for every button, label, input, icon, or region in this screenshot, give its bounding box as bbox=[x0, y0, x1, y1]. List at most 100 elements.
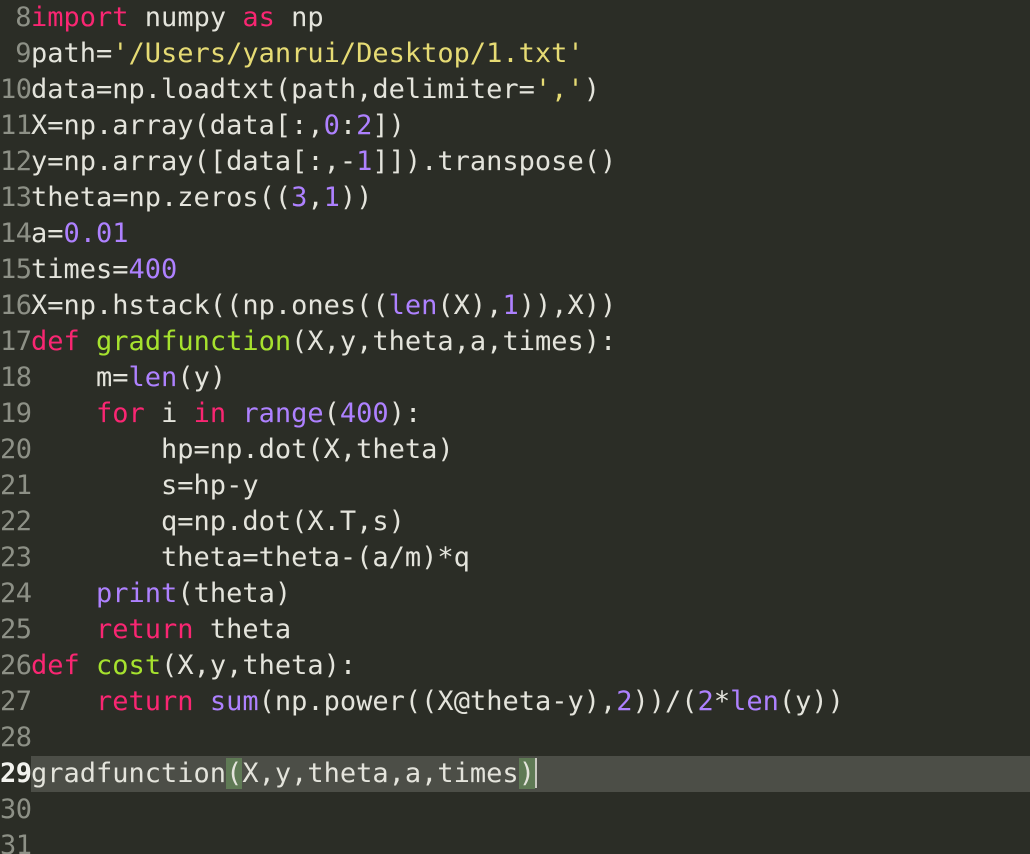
code-token: 2 bbox=[697, 686, 714, 717]
code-token: 2 bbox=[356, 110, 373, 141]
code-text: path='/Users/yanrui/Desktop/1.txt' bbox=[31, 38, 584, 69]
line-number[interactable]: 29 bbox=[0, 756, 32, 792]
code-line-content[interactable]: def cost(X,y,theta): bbox=[31, 648, 356, 684]
line-number[interactable]: 23 bbox=[0, 540, 32, 576]
line-number[interactable]: 17 bbox=[0, 324, 32, 360]
code-line-content[interactable]: return theta bbox=[31, 612, 291, 648]
code-line-content[interactable]: data=np.loadtxt(path,delimiter=',') bbox=[31, 72, 600, 108]
code-token: for bbox=[96, 398, 145, 429]
code-token: range bbox=[242, 398, 324, 429]
code-line[interactable]: 30 bbox=[0, 792, 1030, 828]
code-line-content[interactable]: times=400 bbox=[31, 252, 177, 288]
code-token: 0.01 bbox=[63, 218, 129, 249]
line-number[interactable]: 30 bbox=[0, 792, 32, 828]
line-number[interactable]: 15 bbox=[0, 252, 32, 288]
line-number[interactable]: 9 bbox=[0, 36, 31, 72]
code-line[interactable]: 13theta=np.zeros((3,1)) bbox=[0, 180, 1030, 216]
line-number[interactable]: 21 bbox=[0, 468, 32, 504]
code-token: , bbox=[307, 182, 324, 213]
line-number[interactable]: 18 bbox=[0, 360, 32, 396]
code-line[interactable]: 21 s=hp-y bbox=[0, 468, 1030, 504]
code-text: print(theta) bbox=[31, 578, 291, 609]
line-number[interactable]: 16 bbox=[0, 288, 32, 324]
code-line[interactable]: 10data=np.loadtxt(path,delimiter=',') bbox=[0, 72, 1030, 108]
code-line[interactable]: 12y=np.array([data[:,-1]]).transpose() bbox=[0, 144, 1030, 180]
code-line[interactable]: 24 print(theta) bbox=[0, 576, 1030, 612]
code-line[interactable]: 22 q=np.dot(X.T,s) bbox=[0, 504, 1030, 540]
code-line-content[interactable]: path='/Users/yanrui/Desktop/1.txt' bbox=[31, 36, 584, 72]
code-token: )),X)) bbox=[518, 290, 617, 321]
code-line-content[interactable]: theta=theta-(a/m)*q bbox=[31, 540, 470, 576]
code-line-content[interactable]: import numpy as np bbox=[31, 0, 324, 36]
code-token: 1 bbox=[356, 146, 373, 177]
code-line[interactable]: 16X=np.hstack((np.ones((len(X),1)),X)) bbox=[0, 288, 1030, 324]
code-token: (np.power((X@theta-y), bbox=[258, 686, 617, 717]
code-token: (X,y,theta,a,times): bbox=[291, 326, 617, 357]
code-token: (y)) bbox=[778, 686, 844, 717]
code-line-content[interactable]: hp=np.dot(X,theta) bbox=[31, 432, 454, 468]
code-token: print bbox=[96, 578, 178, 609]
line-number[interactable]: 27 bbox=[0, 684, 32, 720]
code-text: m=len(y) bbox=[31, 362, 226, 393]
line-number[interactable]: 10 bbox=[0, 72, 32, 108]
code-line-content[interactable]: s=hp-y bbox=[31, 468, 259, 504]
code-line[interactable]: 20 hp=np.dot(X,theta) bbox=[0, 432, 1030, 468]
code-token: (X), bbox=[437, 290, 503, 321]
line-number[interactable]: 19 bbox=[0, 396, 32, 432]
code-line[interactable]: 31 bbox=[0, 828, 1030, 854]
code-line[interactable]: 19 for i in range(400): bbox=[0, 396, 1030, 432]
line-number[interactable]: 20 bbox=[0, 432, 32, 468]
code-line-content[interactable]: y=np.array([data[:,-1]]).transpose() bbox=[31, 144, 616, 180]
code-line[interactable]: 8import numpy as np bbox=[0, 0, 1030, 36]
line-number[interactable]: 14 bbox=[0, 216, 32, 252]
code-line[interactable]: 18 m=len(y) bbox=[0, 360, 1030, 396]
code-token: 1 bbox=[323, 182, 340, 213]
code-editor[interactable]: 8import numpy as np 9path='/Users/yanrui/… bbox=[0, 0, 1030, 854]
code-lines-container[interactable]: 8import numpy as np 9path='/Users/yanrui/… bbox=[0, 0, 1030, 854]
code-text: hp=np.dot(X,theta) bbox=[31, 434, 454, 465]
code-line-active[interactable]: 29 gradfunction(X,y,theta,a,times) bbox=[0, 756, 1030, 792]
code-text: s=hp-y bbox=[31, 470, 259, 501]
line-number[interactable]: 28 bbox=[0, 720, 32, 756]
code-token: ): bbox=[388, 398, 422, 429]
line-number[interactable]: 25 bbox=[0, 612, 32, 648]
line-number[interactable]: 24 bbox=[0, 576, 32, 612]
code-line[interactable]: 23 theta=theta-(a/m)*q bbox=[0, 540, 1030, 576]
code-line[interactable]: 26def cost(X,y,theta): bbox=[0, 648, 1030, 684]
code-line[interactable]: 14a=0.01 bbox=[0, 216, 1030, 252]
code-token: ',' bbox=[534, 74, 584, 105]
code-line-content[interactable]: q=np.dot(X.T,s) bbox=[31, 504, 405, 540]
line-number[interactable]: 11 bbox=[0, 108, 32, 144]
line-number[interactable]: 12 bbox=[0, 144, 32, 180]
code-line-content[interactable]: for i in range(400): bbox=[31, 396, 421, 432]
code-line[interactable]: 28 bbox=[0, 720, 1030, 756]
code-line[interactable]: 9path='/Users/yanrui/Desktop/1.txt' bbox=[0, 36, 1030, 72]
code-line[interactable]: 15times=400 bbox=[0, 252, 1030, 288]
line-number[interactable]: 26 bbox=[0, 648, 32, 684]
code-text: times=400 bbox=[31, 254, 177, 285]
code-token: a= bbox=[31, 218, 64, 249]
code-line-content[interactable]: a=0.01 bbox=[31, 216, 129, 252]
code-token: theta bbox=[193, 614, 292, 645]
code-line[interactable]: 25 return theta bbox=[0, 612, 1030, 648]
code-line-content[interactable]: m=len(y) bbox=[31, 360, 226, 396]
line-number[interactable]: 31 bbox=[0, 828, 32, 854]
code-text: theta=np.zeros((3,1)) bbox=[31, 182, 372, 213]
code-line[interactable]: 11X=np.array(data[:,0:2]) bbox=[0, 108, 1030, 144]
code-line[interactable]: 27 return sum(np.power((X@theta-y),2))/(… bbox=[0, 684, 1030, 720]
code-line-content[interactable]: gradfunction(X,y,theta,a,times) bbox=[31, 756, 1030, 792]
code-line-content[interactable]: X=np.array(data[:,0:2]) bbox=[31, 108, 405, 144]
code-text: y=np.array([data[:,-1]]).transpose() bbox=[31, 146, 616, 177]
code-line-content[interactable]: print(theta) bbox=[31, 576, 291, 612]
code-token: as bbox=[242, 2, 275, 33]
line-number[interactable]: 22 bbox=[0, 504, 32, 540]
code-line-content[interactable]: def gradfunction(X,y,theta,a,times): bbox=[31, 324, 616, 360]
code-line[interactable]: 17def gradfunction(X,y,theta,a,times): bbox=[0, 324, 1030, 360]
code-token: data=np.loadtxt(path,delimiter= bbox=[31, 74, 535, 105]
code-line-content[interactable]: return sum(np.power((X@theta-y),2))/(2*l… bbox=[31, 684, 844, 720]
line-number[interactable]: 8 bbox=[0, 0, 31, 36]
line-number[interactable]: 13 bbox=[0, 180, 32, 216]
code-line-content[interactable]: theta=np.zeros((3,1)) bbox=[31, 180, 372, 216]
code-line-content[interactable]: X=np.hstack((np.ones((len(X),1)),X)) bbox=[31, 288, 616, 324]
